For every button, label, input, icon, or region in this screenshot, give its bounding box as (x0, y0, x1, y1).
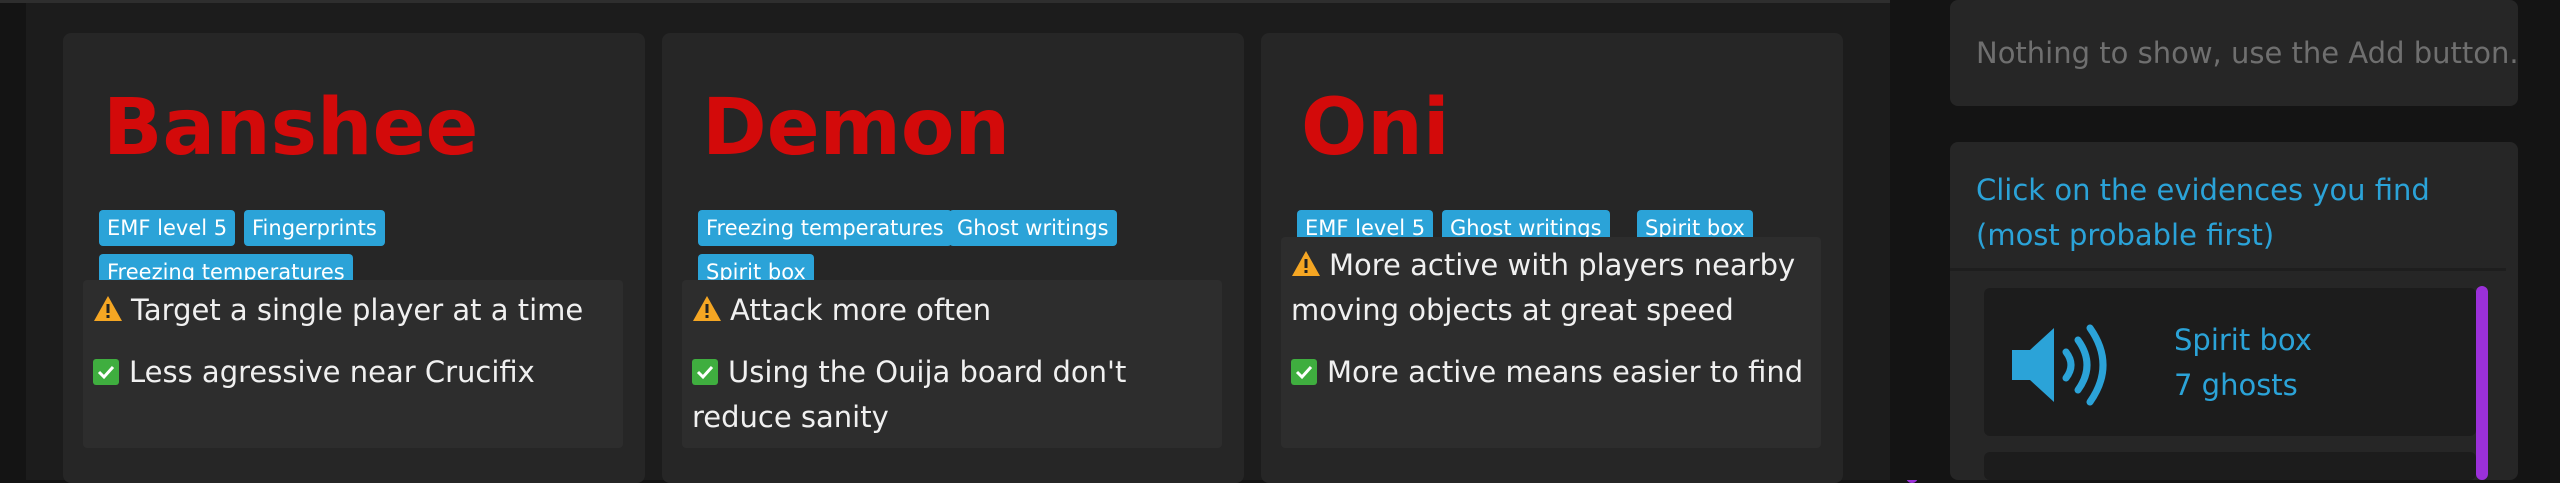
strength-note: More active means easier to find (1291, 350, 1811, 395)
check-icon (692, 359, 718, 385)
evidence-badge: Fingerprints (244, 210, 385, 246)
warning-note: Attack more often (692, 288, 1212, 333)
warning-text: Attack more often (730, 293, 992, 327)
strength-text: Less agressive near Crucifix (129, 355, 535, 389)
evidence-list-scrollbar[interactable] (2476, 286, 2488, 480)
warning-note: More active with players nearby moving o… (1291, 243, 1811, 333)
picker-instructions: Click on the evidences you find (most pr… (1976, 173, 2430, 252)
evidence-item-next[interactable] (1984, 452, 2476, 480)
ghost-notes: Target a single player at a time Less ag… (83, 280, 623, 448)
evidence-ghost-count: 7 ghosts (2174, 368, 2298, 402)
evidence-badge: EMF level 5 (99, 210, 236, 246)
strength-text: More active means easier to find (1327, 355, 1804, 389)
evidence-item-spirit-box[interactable]: Spirit box 7 ghosts (1984, 288, 2476, 436)
ghost-name: Banshee (103, 83, 479, 173)
check-icon (93, 359, 119, 385)
ghost-list-panel: Banshee EMF level 5 Fingerprints Freezin… (26, 3, 1918, 483)
warning-icon (693, 296, 721, 321)
warning-note: Target a single player at a time (93, 288, 613, 333)
evidence-badge: Freezing temperatures (698, 210, 952, 246)
empty-state-text: Nothing to show, use the Add button. (1976, 36, 2519, 70)
ghost-card-banshee[interactable]: Banshee EMF level 5 Fingerprints Freezin… (63, 33, 645, 483)
evidence-name: Spirit box (2174, 323, 2312, 357)
ghost-name: Oni (1301, 83, 1450, 173)
evidence-picker-card: Click on the evidences you find (most pr… (1950, 142, 2518, 480)
warning-text: Target a single player at a time (131, 293, 584, 327)
check-icon (1291, 359, 1317, 385)
warning-icon (94, 296, 122, 321)
ghost-card-oni[interactable]: Oni EMF level 5 Ghost writings Spirit bo… (1261, 33, 1843, 483)
warning-icon (1292, 251, 1320, 276)
warning-text: More active with players nearby moving o… (1291, 248, 1796, 327)
strength-note: Less agressive near Crucifix (93, 350, 613, 395)
found-evidences-card: Nothing to show, use the Add button. (1950, 0, 2519, 106)
ghost-card-demon[interactable]: Demon Freezing temperatures Ghost writin… (662, 33, 1244, 483)
ghost-notes: More active with players nearby moving o… (1281, 237, 1821, 448)
ghost-name: Demon (702, 83, 1011, 173)
speaker-icon (2012, 324, 2107, 406)
strength-note: Using the Ouija board don't reduce sanit… (692, 350, 1212, 440)
divider (1950, 268, 2506, 271)
evidence-sidebar: Nothing to show, use the Add button. Cli… (1890, 0, 2560, 480)
ghost-notes: Attack more often Using the Ouija board … (682, 280, 1222, 448)
evidence-badge: Ghost writings (949, 210, 1117, 246)
strength-text: Using the Ouija board don't reduce sanit… (692, 355, 1127, 434)
